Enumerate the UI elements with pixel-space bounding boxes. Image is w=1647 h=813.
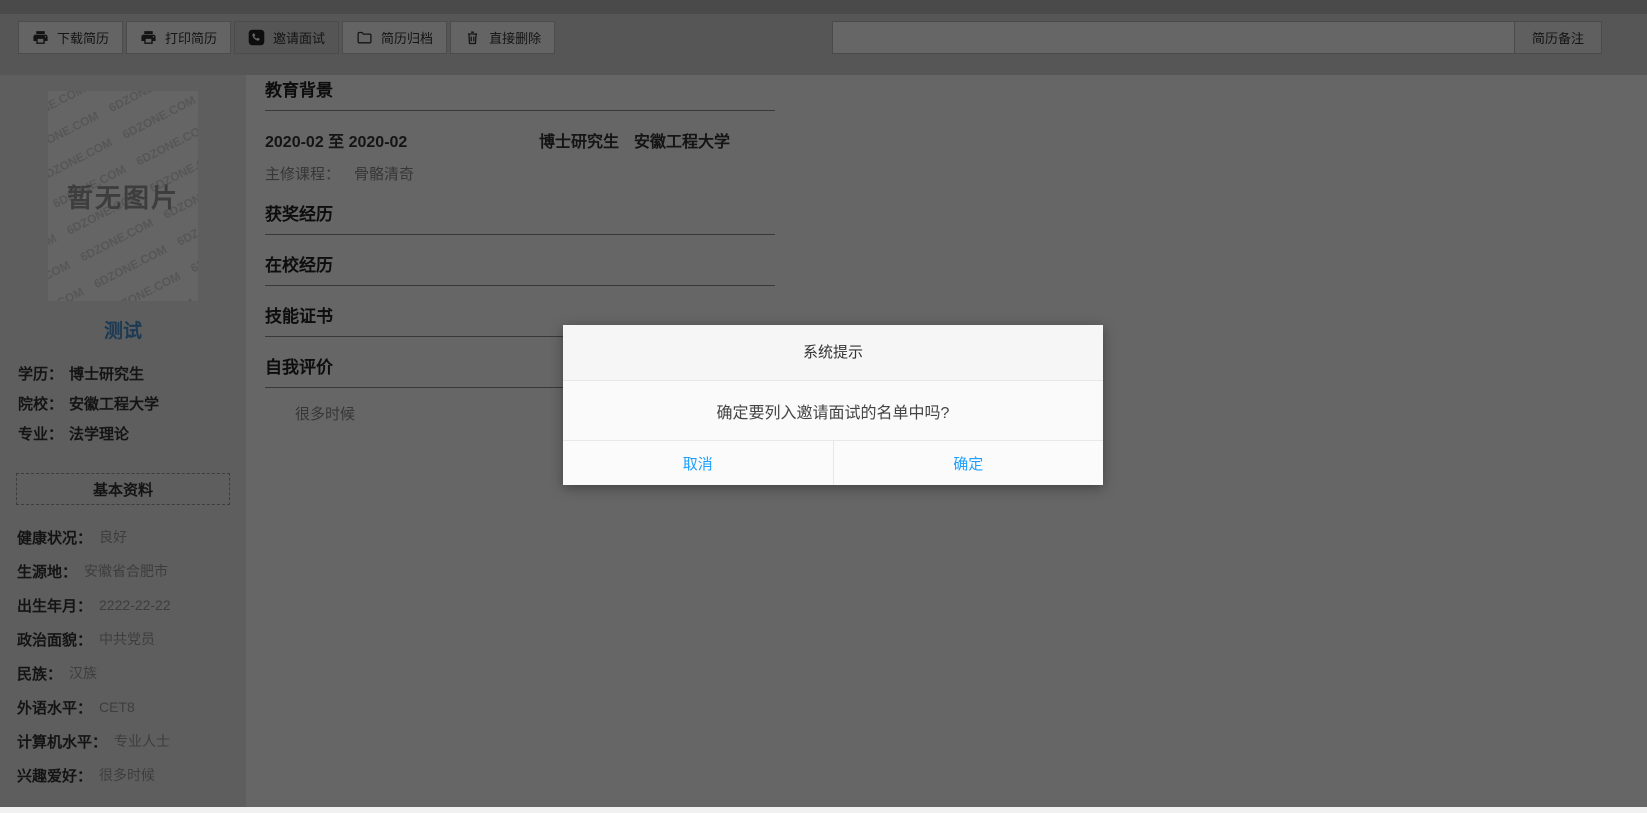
dialog-title: 系统提示: [563, 325, 1103, 381]
confirm-button[interactable]: 确定: [834, 441, 1104, 485]
dialog-footer: 取消 确定: [563, 440, 1103, 485]
system-prompt-dialog: 系统提示 确定要列入邀请面试的名单中吗? 取消 确定: [563, 325, 1103, 485]
dialog-message: 确定要列入邀请面试的名单中吗?: [563, 381, 1103, 440]
horizontal-scrollbar[interactable]: [0, 807, 1647, 813]
cancel-button[interactable]: 取消: [563, 441, 834, 485]
